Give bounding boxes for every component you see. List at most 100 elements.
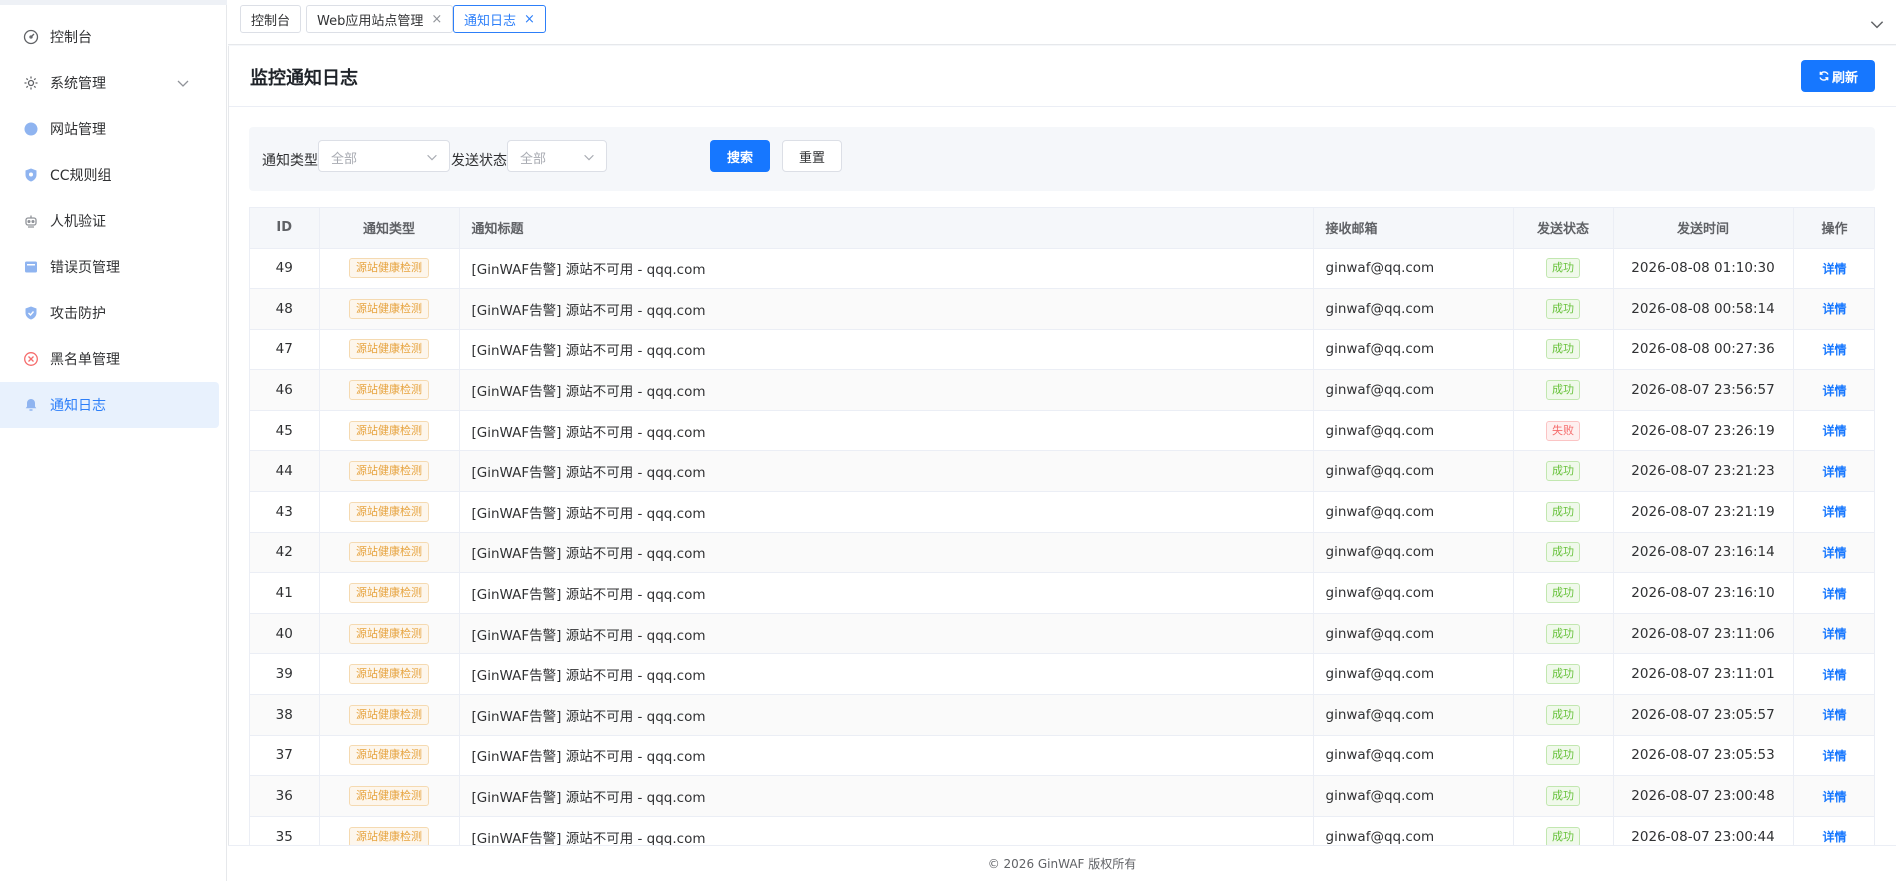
sidebar-item-notification-log[interactable]: 通知日志: [0, 382, 219, 428]
cell-status: 成功: [1513, 694, 1614, 736]
cell-title: [GinWAF告警] 源站不可用 - qqq.com: [459, 816, 1314, 845]
cell-time: 2026-08-07 23:00:44: [1613, 816, 1794, 845]
cell-action: 详情: [1793, 694, 1874, 736]
status-badge: 成功: [1546, 623, 1580, 644]
cell-id: 40: [250, 613, 320, 655]
cell-email: ginwaf@qq.com: [1313, 775, 1514, 817]
detail-link[interactable]: 详情: [1822, 262, 1846, 276]
log-table: ID 通知类型 通知标题 接收邮箱 发送状态 发送时间 操作 49 源站健康检测 […: [249, 207, 1875, 846]
refresh-button[interactable]: 刷新: [1801, 60, 1875, 92]
detail-link[interactable]: 详情: [1822, 830, 1846, 844]
table-row: 42 源站健康检测 [GinWAF告警] 源站不可用 - qqq.com ginwaf…: [250, 532, 1874, 574]
tab-web-sites[interactable]: Web应用站点管理 ×: [306, 5, 454, 33]
cell-action: 详情: [1793, 369, 1874, 411]
chevron-down-icon: [175, 75, 191, 91]
cell-time: 2026-08-07 23:21:19: [1613, 491, 1794, 533]
table-row: 35 源站健康检测 [GinWAF告警] 源站不可用 - qqq.com ginwaf…: [250, 816, 1874, 845]
cell-id: 42: [250, 532, 320, 574]
detail-link[interactable]: 详情: [1822, 546, 1846, 560]
cell-status: 失败: [1513, 410, 1614, 452]
status-select[interactable]: 全部: [507, 140, 607, 172]
cell-type: 源站健康检测: [319, 369, 460, 411]
cell-action: 详情: [1793, 735, 1874, 777]
detail-link[interactable]: 详情: [1822, 424, 1846, 438]
detail-link[interactable]: 详情: [1822, 668, 1846, 682]
cell-id: 35: [250, 816, 320, 845]
cell-status: 成功: [1513, 653, 1614, 696]
status-badge: 成功: [1546, 339, 1580, 360]
sidebar-item-label: 网站管理: [50, 122, 106, 138]
tab-dashboard[interactable]: 控制台: [240, 5, 302, 33]
cell-status: 成功: [1513, 775, 1614, 817]
cell-email: ginwaf@qq.com: [1313, 248, 1514, 290]
table-row: 49 源站健康检测 [GinWAF告警] 源站不可用 - qqq.com ginwaf…: [250, 248, 1874, 290]
detail-link[interactable]: 详情: [1822, 465, 1846, 479]
sidebar-item-websites[interactable]: 网站管理: [0, 106, 227, 152]
content-card: 监控通知日志 刷新 通知类型 全部 发送状态 全部 搜索 重置 ID 通知类型 …: [228, 46, 1896, 846]
column-header: 发送状态: [1513, 208, 1614, 249]
chevron-down-icon: [425, 150, 439, 164]
cell-id: 38: [250, 694, 320, 736]
chevron-down-icon[interactable]: [1868, 15, 1886, 33]
type-badge: 源站健康检测: [349, 745, 429, 766]
sidebar-item-captcha[interactable]: 人机验证: [0, 198, 227, 244]
cell-email: ginwaf@qq.com: [1313, 735, 1514, 777]
table-row: 39 源站健康检测 [GinWAF告警] 源站不可用 - qqq.com ginwaf…: [250, 653, 1874, 696]
type-badge: 源站健康检测: [349, 583, 429, 604]
cell-action: 详情: [1793, 410, 1874, 452]
tab-notification-log[interactable]: 通知日志 ×: [453, 5, 546, 33]
sidebar-item-label: 攻击防护: [50, 306, 106, 322]
sidebar-item-system[interactable]: 系统管理: [0, 60, 227, 106]
cell-title: [GinWAF告警] 源站不可用 - qqq.com: [459, 248, 1314, 290]
detail-link[interactable]: 详情: [1822, 627, 1846, 641]
detail-link[interactable]: 详情: [1822, 708, 1846, 722]
detail-link[interactable]: 详情: [1822, 384, 1846, 398]
type-badge: 源站健康检测: [349, 380, 429, 401]
tabs-bar: 控制台 Web应用站点管理 × 通知日志 ×: [228, 0, 1896, 45]
search-button[interactable]: 搜索: [710, 140, 770, 172]
cell-time: 2026-08-08 00:27:36: [1613, 329, 1794, 371]
detail-link[interactable]: 详情: [1822, 505, 1846, 519]
cell-email: ginwaf@qq.com: [1313, 653, 1514, 696]
detail-link[interactable]: 详情: [1822, 749, 1846, 763]
type-badge: 源站健康检测: [349, 339, 429, 360]
sidebar-item-dashboard[interactable]: 控制台: [0, 14, 227, 60]
cell-time: 2026-08-07 23:11:06: [1613, 613, 1794, 655]
type-select[interactable]: 全部: [318, 140, 450, 172]
cell-action: 详情: [1793, 653, 1874, 696]
sidebar-item-blacklist[interactable]: 黑名单管理: [0, 336, 227, 382]
reset-button[interactable]: 重置: [782, 140, 842, 172]
tab-label: 控制台: [251, 13, 291, 29]
cell-status: 成功: [1513, 288, 1614, 330]
detail-link[interactable]: 详情: [1822, 343, 1846, 357]
detail-link[interactable]: 详情: [1822, 302, 1846, 316]
sidebar-item-attack-protection[interactable]: 攻击防护: [0, 290, 227, 336]
column-header: 通知类型: [319, 208, 460, 249]
cell-title: [GinWAF告警] 源站不可用 - qqq.com: [459, 572, 1314, 614]
cell-id: 41: [250, 572, 320, 614]
close-icon[interactable]: ×: [524, 12, 535, 27]
cell-time: 2026-08-07 23:56:57: [1613, 369, 1794, 411]
cell-status: 成功: [1513, 248, 1614, 290]
close-icon[interactable]: ×: [431, 12, 442, 27]
column-header: 操作: [1793, 208, 1874, 249]
type-badge: 源站健康检测: [349, 623, 429, 644]
cell-type: 源站健康检测: [319, 532, 460, 574]
status-badge: 成功: [1546, 258, 1580, 279]
table-row: 45 源站健康检测 [GinWAF告警] 源站不可用 - qqq.com ginwaf…: [250, 410, 1874, 452]
detail-link[interactable]: 详情: [1822, 587, 1846, 601]
cell-email: ginwaf@qq.com: [1313, 694, 1514, 736]
sidebar-item-cc-rules[interactable]: CC规则组: [0, 152, 227, 198]
status-badge: 成功: [1546, 583, 1580, 604]
table-row: 40 源站健康检测 [GinWAF告警] 源站不可用 - qqq.com ginwaf…: [250, 613, 1874, 655]
cell-type: 源站健康检测: [319, 329, 460, 371]
type-badge: 源站健康检测: [349, 704, 429, 725]
table-row: 47 源站健康检测 [GinWAF告警] 源站不可用 - qqq.com ginwaf…: [250, 329, 1874, 371]
cell-id: 48: [250, 288, 320, 330]
cell-type: 源站健康检测: [319, 694, 460, 736]
detail-link[interactable]: 详情: [1822, 790, 1846, 804]
cell-type: 源站健康检测: [319, 735, 460, 777]
status-badge: 失败: [1546, 420, 1580, 441]
shield-check-icon: [22, 304, 40, 322]
sidebar-item-error-pages[interactable]: 错误页管理: [0, 244, 227, 290]
